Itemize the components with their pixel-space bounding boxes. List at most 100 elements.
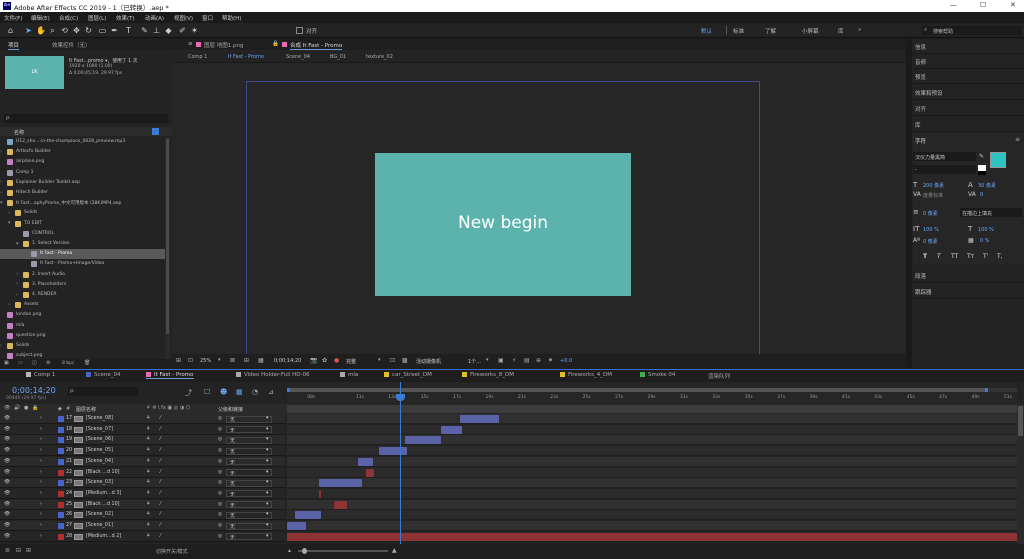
- fill-color-swatch[interactable]: [990, 152, 1006, 168]
- project-scroll-thumb[interactable]: [166, 139, 169, 334]
- layer-duration-bar[interactable]: [319, 489, 322, 498]
- layer-duration-bar[interactable]: [319, 479, 362, 488]
- layer-label-color[interactable]: [58, 501, 64, 508]
- project-item[interactable]: › 3. Placeholders: [0, 280, 165, 290]
- close-button[interactable]: ✕: [1010, 1, 1016, 9]
- show-snapshot-icon[interactable]: ✿: [322, 357, 327, 364]
- quality-switch-icon[interactable]: ⁄: [160, 512, 161, 517]
- shy-switch-icon[interactable]: ⚘: [146, 437, 150, 442]
- shy-switch-icon[interactable]: ⚘: [146, 480, 150, 485]
- visibility-toggle-icon[interactable]: 👁: [4, 523, 10, 528]
- project-item[interactable]: › Hitech Builder: [0, 188, 165, 198]
- project-item[interactable]: U12_sho...-in-the-champions_0028_preview…: [0, 137, 165, 147]
- layer-label-color[interactable]: [58, 416, 64, 422]
- expand-arrow-icon[interactable]: ›: [8, 210, 10, 216]
- kerning-value[interactable]: 度量标准: [923, 192, 943, 199]
- stroke-width-value[interactable]: 0 像素: [923, 210, 938, 217]
- expand-arrow-icon[interactable]: ›: [16, 292, 18, 298]
- current-time-display[interactable]: 0;00;14;20: [274, 358, 301, 364]
- panel-library[interactable]: 库: [913, 117, 1024, 132]
- fast-preview-icon[interactable]: ⚡: [512, 357, 516, 364]
- timeline-tab[interactable]: mla: [340, 372, 358, 378]
- project-item[interactable]: london.png: [0, 310, 165, 320]
- shy-switch-icon[interactable]: ⚘: [146, 448, 150, 453]
- pickwhip-icon[interactable]: ◎: [218, 448, 222, 453]
- visibility-toggle-icon[interactable]: 👁: [4, 470, 10, 475]
- exposure-reset-icon[interactable]: ✷: [548, 357, 553, 364]
- layer-name[interactable]: [Medium...d 3]: [86, 491, 121, 496]
- pickwhip-icon[interactable]: ◎: [218, 470, 222, 475]
- shy-switch-icon[interactable]: ⚘: [146, 523, 150, 528]
- snapshot-icon[interactable]: 📷: [310, 357, 317, 364]
- font-family-select[interactable]: 汉仪力量黑简: [913, 152, 976, 161]
- home-icon[interactable]: ⌂: [6, 26, 15, 35]
- menu-effect[interactable]: 效果(T): [116, 14, 135, 22]
- quality-switch-icon[interactable]: ⁄: [160, 470, 161, 475]
- exposure-value[interactable]: +0.0: [560, 358, 572, 364]
- expand-switches-icon[interactable]: ⊟: [16, 547, 21, 554]
- pan-behind-icon[interactable]: ✥: [72, 26, 81, 35]
- camera-select[interactable]: 活动摄像机: [416, 358, 441, 365]
- shy-switch-icon[interactable]: ⚘: [146, 534, 150, 539]
- layer-name[interactable]: [Scene_05]: [86, 448, 113, 453]
- expand-arrow-icon[interactable]: ›: [0, 149, 2, 155]
- expand-arrow-icon[interactable]: ▾: [8, 220, 11, 226]
- project-item[interactable]: It Fast - Promo+Image/Video: [0, 259, 165, 269]
- leading-value[interactable]: 30 像素: [978, 182, 996, 189]
- project-item[interactable]: › Explainer Builder Toolkit.aep: [0, 178, 165, 188]
- layer-duration-bar[interactable]: [333, 500, 347, 509]
- shy-switch-icon[interactable]: ⚘: [146, 502, 150, 507]
- layer-duration-bar[interactable]: [440, 425, 462, 434]
- expand-arrow-icon[interactable]: ›: [40, 491, 42, 496]
- workspace-learn[interactable]: 了解: [765, 27, 776, 35]
- layer-name[interactable]: [Scene_07]: [86, 427, 113, 432]
- quality-switch-icon[interactable]: ⁄: [160, 448, 161, 453]
- panel-tracker[interactable]: 跟踪器: [913, 284, 1024, 299]
- color-channel-icon[interactable]: ●: [334, 357, 339, 364]
- work-area-bar[interactable]: [287, 388, 1017, 392]
- panel-effects-presets[interactable]: 效果和预设: [913, 85, 1024, 100]
- quality-switch-icon[interactable]: ⁄: [160, 437, 161, 442]
- layer-label-color[interactable]: [58, 437, 64, 444]
- shy-switch-icon[interactable]: ⚘: [146, 427, 150, 432]
- eyedropper-icon[interactable]: ✎: [979, 153, 984, 160]
- expand-arrow-icon[interactable]: ›: [0, 343, 2, 349]
- expand-arrow-icon[interactable]: ›: [0, 179, 2, 185]
- layer-row[interactable]: 👁 › 18 [Scene_07] ⚘ ⁄ ◎ 无 ▾: [0, 424, 285, 435]
- lock-icon[interactable]: 🔒: [272, 41, 279, 47]
- visibility-toggle-icon[interactable]: 👁: [4, 427, 10, 432]
- always-preview-icon[interactable]: ⊞: [176, 357, 181, 364]
- project-item[interactable]: CONTROL: [0, 229, 165, 239]
- pickwhip-icon[interactable]: ◎: [218, 512, 222, 517]
- expand-arrow-icon[interactable]: ›: [40, 534, 42, 539]
- layer-row[interactable]: 👁 › 21 [Scene_04] ⚘ ⁄ ◎ 无 ▾: [0, 456, 285, 467]
- roto-brush-icon[interactable]: ✐: [178, 26, 187, 35]
- bit-depth-label[interactable]: 8 bpc: [62, 361, 74, 366]
- timeline-tab[interactable]: Smoke 04: [640, 372, 675, 378]
- menu-layer[interactable]: 图层(L): [88, 14, 106, 22]
- zoom-select[interactable]: 25%: [200, 358, 211, 364]
- column-name[interactable]: 名称: [14, 129, 24, 136]
- horizontal-scale-value[interactable]: 100 %: [978, 227, 994, 233]
- expand-arrow-icon[interactable]: ›: [8, 302, 10, 308]
- layer-name[interactable]: [Scene_01]: [86, 523, 113, 528]
- project-item[interactable]: › 4. RENDER: [0, 290, 165, 300]
- layer-name[interactable]: [Scene_04]: [86, 459, 113, 464]
- pen-tool-icon[interactable]: ✒: [110, 26, 119, 35]
- tab-layer-viewer[interactable]: 图层 地图1.png: [204, 41, 243, 49]
- column-parent-link[interactable]: 父级和链接: [218, 406, 243, 413]
- toggle-view-icon[interactable]: ▣: [498, 357, 504, 364]
- layer-row[interactable]: 👁 › 22 [Black ...d 10] ⚘ ⁄ ◎ 无 ▾: [0, 467, 285, 478]
- new-comp-icon[interactable]: ◫: [32, 360, 37, 366]
- quality-switch-icon[interactable]: ⁄: [160, 502, 161, 507]
- expand-arrow-icon[interactable]: ›: [0, 190, 2, 196]
- layer-name[interactable]: [Black ...d 10]: [86, 470, 120, 475]
- tab-project[interactable]: 项目: [8, 41, 20, 50]
- layer-label-color[interactable]: [58, 448, 64, 455]
- project-item[interactable]: › Assets: [0, 300, 165, 310]
- expand-arrow-icon[interactable]: ›: [40, 512, 42, 517]
- layer-row[interactable]: 👁 › 20 [Scene_05] ⚘ ⁄ ◎ 无 ▾: [0, 446, 285, 457]
- expand-arrow-icon[interactable]: ›: [16, 281, 18, 287]
- visibility-toggle-icon[interactable]: 👁: [4, 416, 10, 421]
- expand-arrow-icon[interactable]: ›: [40, 502, 42, 507]
